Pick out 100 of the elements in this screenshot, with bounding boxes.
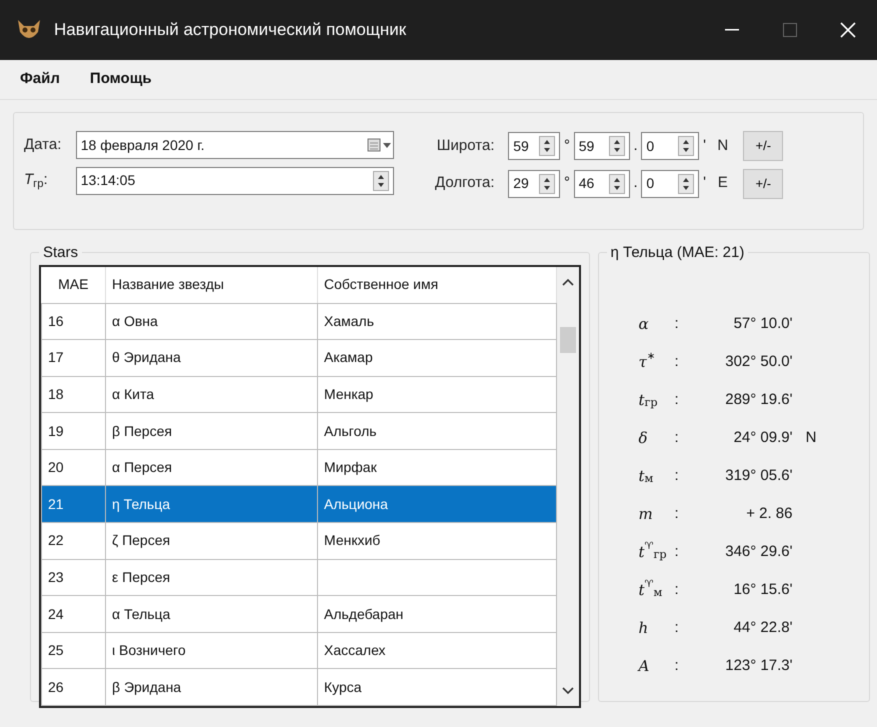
column-header[interactable]: Собственное имя [318, 267, 556, 303]
scroll-thumb[interactable] [560, 327, 576, 353]
maximize-icon[interactable] [783, 23, 797, 37]
degree-sign: ° [564, 136, 570, 156]
table-cell: Альдебаран [318, 596, 556, 632]
parameter-symbol: A [638, 656, 650, 677]
spinner-icon [678, 174, 694, 194]
calendar-dropdown-icon [367, 138, 393, 152]
colon: : [674, 352, 680, 372]
column-header[interactable]: Название звезды [106, 267, 318, 303]
table-cell: ε Персея [106, 559, 318, 596]
parameter-symbol: t$_{м}$ [638, 466, 654, 487]
hemisphere-label: N [804, 428, 816, 448]
table-cell: Менкар [318, 376, 556, 413]
colon: : [674, 390, 680, 410]
parameter-value: 123° 17.3' [724, 656, 792, 676]
table-cell: Менкхиб [318, 522, 556, 560]
menu-item[interactable]: Файл [20, 68, 60, 91]
column-header[interactable]: MAE [42, 267, 106, 303]
table-row[interactable]: 22 ζ Персея Менкхиб [42, 522, 556, 560]
parameter-symbol: α [638, 314, 650, 335]
number-spinner[interactable]: 29 [508, 170, 560, 198]
sign-toggle-button[interactable]: +/- [743, 131, 784, 161]
table-cell: 16 [42, 303, 106, 340]
table-row[interactable]: 19 β Персея Альголь [42, 412, 556, 450]
number-spinner[interactable]: 59 [574, 132, 630, 160]
table-cell: 24 [42, 596, 106, 632]
parameter-value: 57° 10.0' [732, 314, 792, 334]
table-row[interactable]: 17 θ Эридана Акамар [42, 340, 556, 376]
number-spinner[interactable]: 0 [641, 170, 700, 198]
colon: : [674, 466, 680, 486]
coordinate-label: Долгота: [434, 173, 494, 194]
table-cell: Альциона [318, 486, 556, 523]
spinner-icon [539, 136, 556, 156]
spinner-icon [608, 174, 625, 194]
table-cell: ζ Персея [106, 522, 318, 560]
spinner-icon [678, 136, 694, 156]
table-row[interactable]: 21 η Тельца Альциона [42, 486, 556, 523]
parameter-value: 24° 09.9' [732, 428, 792, 448]
close-icon[interactable] [840, 22, 856, 38]
number-spinner[interactable]: 59 [508, 132, 560, 160]
table-cell: β Персея [106, 412, 318, 450]
table-row[interactable]: 16 α Овна Хамаль [42, 303, 556, 340]
time-label: T$_{гр}$: [24, 170, 49, 192]
colon: : [674, 542, 680, 562]
table-cell: 23 [42, 559, 106, 596]
colon: : [674, 656, 680, 676]
parameter-value: 346° 29.6' [724, 542, 792, 562]
table-row[interactable]: 18 α Кита Менкар [42, 376, 556, 413]
coordinate-label: Широта: [436, 136, 494, 156]
table-cell: 19 [42, 412, 106, 450]
table-row[interactable]: 23 ε Персея [42, 559, 556, 596]
parameter-value: 302° 50.0' [724, 352, 792, 372]
table-cell: α Тельца [106, 596, 318, 632]
parameter-symbol: t$_{гр}$ [638, 390, 659, 411]
time-field[interactable]: 13:14:05 [76, 166, 394, 194]
minute-sign: ' [703, 136, 706, 156]
decimal-point: . [634, 136, 638, 156]
parameter-symbol: δ [638, 428, 649, 449]
sign-toggle-button[interactable]: +/- [743, 168, 784, 198]
colon: : [674, 314, 680, 334]
parameter-value: 16° 15.6' [732, 580, 792, 600]
hemisphere-label: N [716, 136, 730, 156]
table-cell: Хассалех [318, 632, 556, 669]
colon: : [674, 618, 680, 638]
minute-sign: ' [703, 173, 706, 194]
spinner-icon [539, 174, 556, 194]
number-spinner[interactable]: 0 [641, 132, 700, 160]
table-row[interactable]: 25 ι Возничего Хассалех [42, 632, 556, 669]
table-row[interactable]: 26 β Эридана Курса [42, 668, 556, 706]
table-cell: α Овна [106, 303, 318, 340]
table-cell: Акамар [318, 340, 556, 376]
table-cell: α Кита [106, 376, 318, 413]
date-label: Дата: [24, 134, 62, 155]
table-row[interactable]: 24 α Тельца Альдебаран [42, 596, 556, 632]
table-cell: 17 [42, 340, 106, 376]
colon: : [674, 428, 680, 448]
table-cell: Хамаль [318, 303, 556, 340]
colon: : [674, 580, 680, 600]
degree-sign: ° [564, 173, 570, 194]
table-cell: ι Возничего [106, 632, 318, 669]
number-spinner[interactable]: 46 [574, 170, 630, 198]
parameter-value: 44° 22.8' [732, 618, 792, 638]
colon: : [674, 504, 680, 524]
parameter-value: + 2. 86 [745, 504, 792, 524]
parameter-symbol: h [638, 618, 650, 639]
menu-item[interactable]: Помощь [90, 68, 152, 91]
table-cell: 22 [42, 522, 106, 560]
window-title: Навигационный астрономический помощник [54, 19, 408, 42]
table-cell: 26 [42, 668, 106, 706]
table-cell: 21 [42, 486, 106, 523]
table-cell: 18 [42, 376, 106, 413]
date-picker[interactable]: 18 февраля 2020 г. [76, 131, 394, 159]
table-cell: β Эридана [106, 668, 318, 706]
table-cell: 25 [42, 632, 106, 669]
parameter-value: 319° 05.6' [724, 466, 792, 486]
minimize-icon[interactable] [725, 29, 739, 31]
spinner-icon [608, 136, 625, 156]
parameter-symbol: m [638, 504, 654, 525]
scrollbar[interactable] [557, 267, 579, 706]
